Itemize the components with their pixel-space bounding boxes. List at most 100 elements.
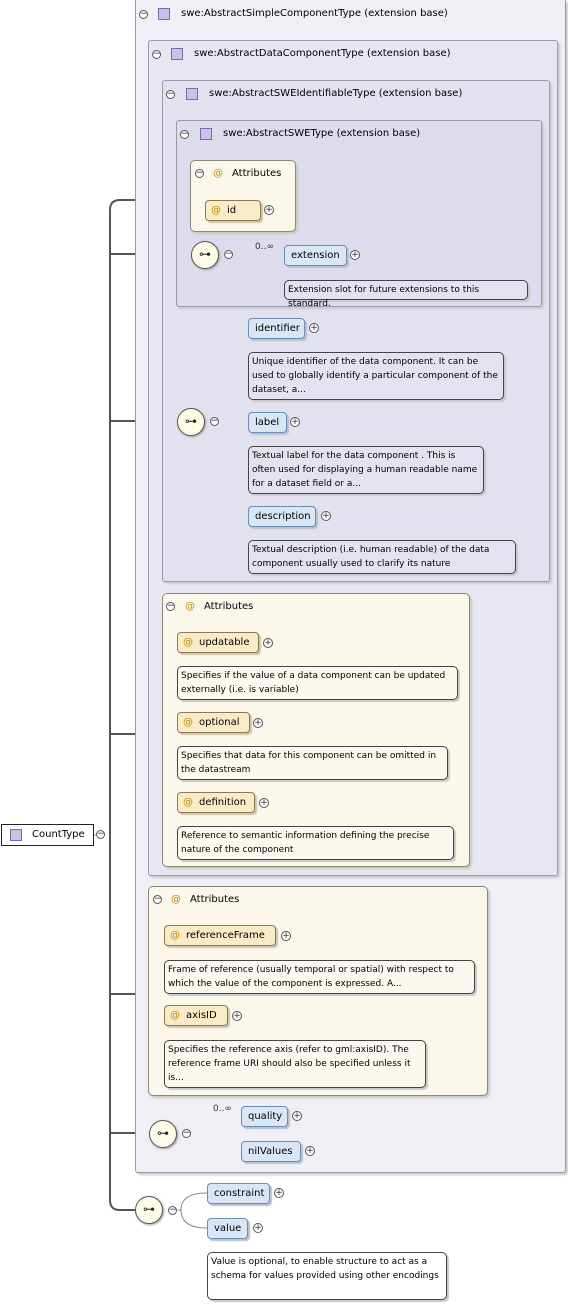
- root-type-countType[interactable]: CountType: [1, 824, 94, 846]
- doc-text: Specifies the reference axis (refer to g…: [168, 1045, 411, 1083]
- element-label: extension: [291, 250, 340, 261]
- expand-toggle[interactable]: +: [309, 323, 319, 333]
- at-icon: @: [185, 601, 195, 612]
- expand-toggle[interactable]: +: [292, 1111, 302, 1121]
- collapse-toggle[interactable]: −: [168, 1206, 177, 1215]
- at-icon: @: [211, 205, 221, 216]
- element-extension[interactable]: extension: [284, 245, 347, 266]
- at-icon: @: [183, 797, 193, 808]
- collapse-toggle[interactable]: −: [96, 830, 105, 839]
- element-description[interactable]: description: [248, 506, 316, 527]
- expand-toggle[interactable]: +: [290, 417, 300, 427]
- doc-referenceFrame: Frame of reference (usually temporal or …: [164, 960, 475, 994]
- doc-identifier: Unique identifier of the data component.…: [248, 352, 504, 400]
- type-header-abstract-simple: swe:AbstractSimpleComponentType (extensi…: [181, 8, 448, 19]
- doc-text: Reference to semantic information defini…: [181, 831, 430, 855]
- element-label[interactable]: label: [248, 412, 287, 433]
- collapse-toggle[interactable]: −: [180, 130, 189, 139]
- expand-toggle[interactable]: +: [232, 1011, 242, 1021]
- sequence-icon: ⊶: [177, 408, 205, 436]
- doc-axisID: Specifies the reference axis (refer to g…: [164, 1040, 426, 1088]
- attribute-id[interactable]: @ id: [205, 200, 261, 221]
- attribute-label: optional: [199, 717, 240, 728]
- doc-optional: Specifies that data for this component c…: [177, 746, 448, 780]
- doc-text: Textual description (i.e. human readable…: [252, 545, 490, 569]
- doc-text: Textual label for the data component . T…: [252, 451, 478, 489]
- expand-toggle[interactable]: +: [321, 511, 331, 521]
- doc-extension: Extension slot for future extensions to …: [284, 280, 528, 309]
- attribute-label: referenceFrame: [186, 930, 265, 941]
- element-label-text: label: [255, 417, 280, 428]
- attributes-header: Attributes: [190, 894, 240, 905]
- collapse-toggle[interactable]: −: [224, 250, 233, 259]
- attribute-referenceFrame[interactable]: @ referenceFrame: [164, 925, 276, 946]
- expand-toggle[interactable]: +: [264, 205, 274, 215]
- expand-toggle[interactable]: +: [253, 1223, 263, 1233]
- type-header-abstract-swe: swe:AbstractSWEType (extension base): [223, 128, 421, 139]
- expand-toggle[interactable]: +: [263, 638, 273, 648]
- root-label: CountType: [32, 829, 85, 840]
- attribute-definition[interactable]: @ definition: [177, 792, 255, 813]
- collapse-toggle[interactable]: −: [210, 417, 219, 426]
- multiplicity-label: 0..∞: [255, 242, 274, 252]
- doc-text: Specifies if the value of a data compone…: [181, 671, 446, 695]
- attribute-axisID[interactable]: @ axisID: [164, 1005, 228, 1026]
- expand-toggle[interactable]: +: [305, 1146, 315, 1156]
- attributes-header: Attributes: [204, 601, 254, 612]
- element-value[interactable]: value: [207, 1218, 248, 1239]
- element-label: description: [255, 511, 311, 522]
- element-quality[interactable]: quality: [241, 1106, 288, 1127]
- attributes-header: Attributes: [232, 168, 282, 179]
- type-header-abstract-data: swe:AbstractDataComponentType (extension…: [194, 48, 451, 59]
- collapse-toggle[interactable]: −: [166, 602, 175, 611]
- collapse-toggle[interactable]: −: [166, 90, 175, 99]
- at-icon: @: [183, 717, 193, 728]
- collapse-toggle[interactable]: −: [195, 169, 204, 178]
- doc-text: Unique identifier of the data component.…: [252, 357, 498, 395]
- doc-value: Value is optional, to enable structure t…: [207, 1252, 447, 1300]
- sequence-icon: ⊶: [191, 241, 219, 269]
- type-header-abstract-identifiable: swe:AbstractSWEIdentifiableType (extensi…: [209, 88, 463, 99]
- collapse-toggle[interactable]: −: [139, 10, 148, 19]
- doc-text: Value is optional, to enable structure t…: [211, 1257, 439, 1281]
- at-icon: @: [170, 1010, 180, 1021]
- element-constraint[interactable]: constraint: [207, 1183, 270, 1204]
- complex-type-icon: [10, 829, 22, 841]
- at-icon: @: [170, 930, 180, 941]
- doc-text: Frame of reference (usually temporal or …: [168, 965, 454, 989]
- sequence-icon: ⊶: [135, 1196, 163, 1224]
- doc-text: Specifies that data for this component c…: [181, 751, 437, 775]
- expand-toggle[interactable]: +: [281, 931, 291, 941]
- doc-updatable: Specifies if the value of a data compone…: [177, 666, 458, 700]
- complex-type-icon: [186, 88, 198, 100]
- expand-toggle[interactable]: +: [274, 1188, 284, 1198]
- collapse-toggle[interactable]: −: [182, 1129, 191, 1138]
- attribute-label: updatable: [199, 637, 250, 648]
- at-icon: @: [183, 637, 193, 648]
- attribute-optional[interactable]: @ optional: [177, 712, 250, 733]
- attribute-label: id: [227, 205, 237, 216]
- expand-toggle[interactable]: +: [259, 798, 269, 808]
- element-label: quality: [248, 1111, 283, 1122]
- element-nilValues[interactable]: nilValues: [241, 1141, 301, 1162]
- element-label: identifier: [255, 323, 300, 334]
- element-label: nilValues: [248, 1146, 293, 1157]
- sequence-icon: ⊶: [149, 1120, 177, 1148]
- complex-type-icon: [158, 8, 170, 20]
- doc-description: Textual description (i.e. human readable…: [248, 540, 516, 574]
- attribute-updatable[interactable]: @ updatable: [177, 632, 259, 653]
- expand-toggle[interactable]: +: [350, 250, 360, 260]
- element-identifier[interactable]: identifier: [248, 318, 305, 339]
- doc-definition: Reference to semantic information defini…: [177, 826, 454, 860]
- multiplicity-label: 0..∞: [213, 1104, 232, 1114]
- collapse-toggle[interactable]: −: [152, 50, 161, 59]
- attribute-label: definition: [199, 797, 247, 808]
- at-icon: @: [171, 894, 181, 905]
- expand-toggle[interactable]: +: [253, 718, 263, 728]
- complex-type-icon: [200, 128, 212, 140]
- doc-label: Textual label for the data component . T…: [248, 446, 484, 494]
- at-icon: @: [213, 168, 223, 179]
- collapse-toggle[interactable]: −: [153, 895, 162, 904]
- attribute-label: axisID: [186, 1010, 217, 1021]
- complex-type-icon: [171, 48, 183, 60]
